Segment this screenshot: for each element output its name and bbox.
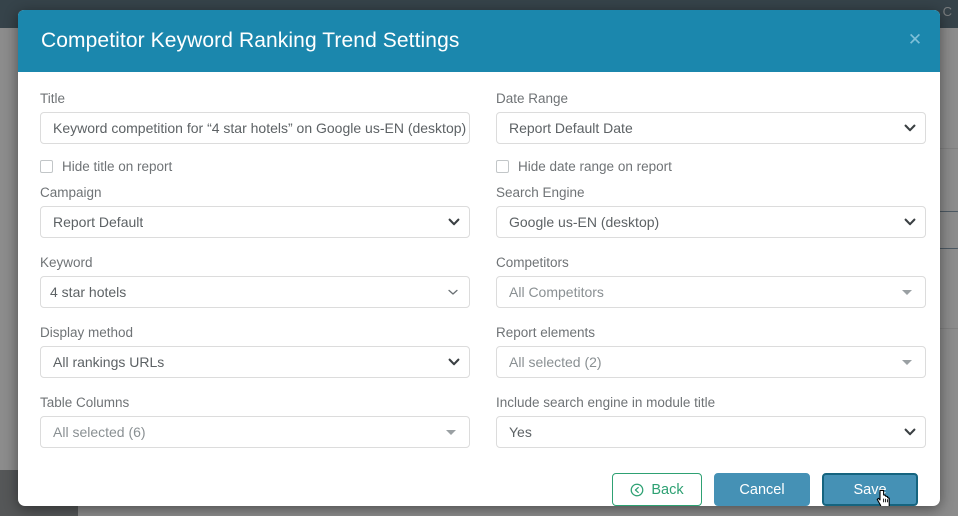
- hide-date-range-checkbox[interactable]: [496, 159, 509, 173]
- keyword-value: 4 star hotels: [50, 284, 127, 300]
- hide-title-checkbox-label: Hide title on report: [62, 158, 173, 174]
- chevron-down-icon: [448, 216, 460, 226]
- field-competitors: Competitors All Competitors: [496, 254, 926, 308]
- chevron-down-icon: [904, 426, 916, 436]
- field-search-engine: Search Engine Google us-EN (desktop): [496, 184, 926, 238]
- field-label-search-engine: Search Engine: [496, 185, 585, 200]
- field-report-elements: Report elements All selected (2): [496, 324, 926, 378]
- row-spacer: [496, 308, 926, 324]
- arrow-circle-left-icon: [630, 483, 644, 497]
- report-elements-value: All selected (2): [509, 354, 602, 370]
- campaign-value: Report Default: [53, 214, 144, 230]
- hide-date-range-checkbox-row[interactable]: Hide date range on report: [496, 154, 926, 178]
- include-search-engine-value: Yes: [509, 424, 532, 440]
- field-table-columns: Table Columns All selected (6): [40, 394, 470, 448]
- caret-down-icon: [902, 360, 912, 365]
- table-columns-multiselect[interactable]: All selected (6): [40, 416, 470, 448]
- caret-down-icon: [446, 430, 456, 435]
- row-spacer: [496, 238, 926, 254]
- field-label-table-columns: Table Columns: [40, 395, 130, 410]
- chevron-down-icon: [448, 356, 460, 366]
- cancel-button[interactable]: Cancel: [714, 473, 810, 506]
- chevron-down-icon: [904, 216, 916, 226]
- field-campaign: Campaign Report Default: [40, 184, 470, 238]
- caret-down-icon: [902, 290, 912, 295]
- search-engine-value: Google us-EN (desktop): [509, 214, 660, 230]
- field-label-competitors: Competitors: [496, 255, 569, 270]
- field-label-title: Title: [40, 91, 66, 106]
- back-button-label: Back: [651, 481, 684, 498]
- modal-footer: Back Cancel Save: [18, 459, 940, 506]
- row-spacer: [496, 378, 926, 394]
- modal-body: Title Keyword competition for “4 star ho…: [18, 72, 940, 459]
- row-spacer: [40, 378, 470, 394]
- search-engine-select[interactable]: Google us-EN (desktop): [496, 206, 926, 238]
- display-method-select[interactable]: All rankings URLs: [40, 346, 470, 378]
- save-button-label: Save: [853, 481, 887, 498]
- keyword-select[interactable]: 4 star hotels: [40, 276, 470, 308]
- date-range-value: Report Default Date: [509, 120, 633, 136]
- row-spacer: [40, 308, 470, 324]
- field-date-range: Date Range Report Default Date Hide date…: [496, 90, 926, 184]
- field-display-method: Display method All rankings URLs: [40, 324, 470, 378]
- field-label-campaign: Campaign: [40, 185, 102, 200]
- settings-form: Title Keyword competition for “4 star ho…: [40, 90, 926, 448]
- field-label-display-method: Display method: [40, 325, 134, 340]
- hide-date-range-checkbox-label: Hide date range on report: [518, 158, 672, 174]
- back-button[interactable]: Back: [612, 473, 702, 506]
- field-label-date-range: Date Range: [496, 91, 569, 106]
- close-icon[interactable]: ✕: [904, 29, 926, 51]
- campaign-select[interactable]: Report Default: [40, 206, 470, 238]
- save-button[interactable]: Save: [822, 473, 918, 506]
- table-columns-value: All selected (6): [53, 424, 146, 440]
- field-include-search-engine: Include search engine in module title Ye…: [496, 394, 926, 448]
- field-label-keyword: Keyword: [40, 255, 93, 270]
- competitors-value: All Competitors: [509, 284, 604, 300]
- report-elements-multiselect[interactable]: All selected (2): [496, 346, 926, 378]
- date-range-select[interactable]: Report Default Date: [496, 112, 926, 144]
- modal-header: Competitor Keyword Ranking Trend Setting…: [18, 10, 940, 72]
- title-input[interactable]: Keyword competition for “4 star hotels” …: [40, 112, 470, 144]
- cancel-button-label: Cancel: [739, 481, 785, 498]
- hide-title-checkbox[interactable]: [40, 159, 53, 173]
- page-title: Competitor Keyword Ranking Trend Setting…: [41, 29, 460, 52]
- include-search-engine-select[interactable]: Yes: [496, 416, 926, 448]
- chevron-down-icon: [447, 286, 458, 296]
- row-spacer: [40, 238, 470, 254]
- field-label-include-search-engine: Include search engine in module title: [496, 395, 716, 410]
- display-method-value: All rankings URLs: [53, 354, 165, 370]
- field-label-report-elements: Report elements: [496, 325, 596, 340]
- field-keyword: Keyword 4 star hotels: [40, 254, 470, 308]
- chevron-down-icon: [904, 122, 916, 132]
- hide-title-checkbox-row[interactable]: Hide title on report: [40, 154, 470, 178]
- settings-modal-dialog: Competitor Keyword Ranking Trend Setting…: [18, 10, 940, 506]
- field-title: Title Keyword competition for “4 star ho…: [40, 90, 470, 184]
- competitors-multiselect[interactable]: All Competitors: [496, 276, 926, 308]
